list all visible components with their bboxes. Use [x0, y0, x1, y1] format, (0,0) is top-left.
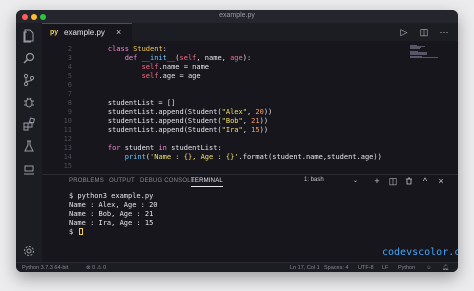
more-actions-icon[interactable]: ··· [438, 26, 450, 38]
terminal-select-dropdown[interactable]: 1: bash ⌄ [304, 177, 360, 186]
line-number: 4 [67, 63, 72, 71]
extensions-icon[interactable] [22, 117, 36, 131]
split-editor-icon[interactable]: ◫ [418, 26, 430, 38]
tab-terminal[interactable]: TERMINAL [191, 178, 223, 187]
code-text: studentList.append(Student("Ira", 15)) [91, 126, 269, 134]
line-number: 9 [67, 108, 72, 116]
line-number: 12 [63, 135, 72, 143]
code-text: self.age = age [141, 72, 201, 80]
code-text: def __init__(self, name, age): [124, 54, 252, 62]
terminal-cursor [79, 228, 84, 235]
search-icon[interactable] [22, 51, 36, 65]
terminal-line: Name : Bob, Age : 21 [69, 210, 154, 218]
tab-debug-console[interactable]: DEBUG CONSOLE [140, 178, 195, 184]
line-number: 13 [63, 144, 72, 152]
line-number: 5 [67, 72, 72, 80]
line-number: 6 [67, 81, 72, 89]
line-number: 11 [63, 126, 72, 134]
window-title: example.py [219, 12, 255, 19]
minimap[interactable] [410, 45, 440, 59]
terminal-line: $ python3 example.py [69, 192, 154, 200]
line-number: 15 [63, 162, 72, 170]
line-number: 10 [63, 117, 72, 125]
bottom-panel: PROBLEMS OUTPUT DEBUG CONSOLE TERMINAL 1… [42, 174, 458, 263]
end-of-line[interactable]: LF [382, 265, 388, 271]
tab-close-icon[interactable]: × [116, 27, 121, 37]
explorer-icon[interactable] [22, 29, 36, 43]
tab-example-py[interactable]: py example.py × [42, 23, 132, 41]
minimap-line [410, 57, 438, 58]
new-terminal-icon[interactable]: + [372, 176, 382, 186]
code-text: studentList = [] [91, 99, 176, 107]
minimap-line [410, 54, 427, 55]
language-mode[interactable]: Python [398, 265, 415, 271]
feedback-icon[interactable]: ☺ [426, 265, 432, 271]
minimap-line [410, 48, 420, 49]
line-number: 2 [67, 45, 72, 53]
line-number: 8 [67, 99, 72, 107]
close-panel-icon[interactable]: × [436, 176, 446, 186]
code-text: studentList.append(Student("Bob", 21)) [91, 117, 269, 125]
vscode-window: example.py py example.py × ▷ ◫ ··· 2 cla… [16, 10, 458, 272]
activity-bar [16, 23, 42, 262]
code-text: for student in studentList: [107, 144, 222, 152]
source-control-icon[interactable] [22, 73, 36, 87]
code-text: studentList.append(Student("Alex", 20)) [91, 108, 273, 116]
settings-gear-icon[interactable] [22, 244, 36, 258]
chevron-down-icon: ⌄ [352, 178, 358, 184]
code-text: class Student: [107, 45, 167, 53]
code-text: self.name = name [141, 63, 210, 71]
trash-icon[interactable] [404, 177, 414, 187]
encoding[interactable]: UTF-8 [358, 265, 374, 271]
title-bar: example.py [16, 10, 458, 23]
line-number: 14 [63, 153, 72, 161]
tab-output[interactable]: OUTPUT [109, 178, 135, 184]
cursor-position[interactable]: Ln 17, Col 1 [290, 265, 320, 271]
code-editor[interactable]: 2 class Student: 3 def __init__(self, nam… [42, 41, 458, 174]
run-icon[interactable]: ▷ [398, 26, 410, 38]
terminal-line: Name : Alex, Age : 20 [69, 201, 158, 209]
notifications-icon[interactable]: 🔔︎ [442, 265, 449, 271]
tab-label: example.py [64, 28, 105, 37]
line-number: 3 [67, 54, 72, 62]
python-interpreter[interactable]: Python 3.7.3 64-bit [22, 265, 68, 271]
debug-icon[interactable] [22, 95, 36, 109]
status-bar: Python 3.7.3 64-bit ⊗ 0 ⚠ 0 Ln 17, Col 1… [16, 262, 458, 272]
remote-explorer-icon[interactable] [22, 163, 36, 177]
problems-count[interactable]: ⊗ 0 ⚠ 0 [86, 265, 106, 271]
maximize-panel-icon[interactable]: ^ [420, 176, 430, 186]
indentation[interactable]: Spaces: 4 [324, 265, 348, 271]
terminal-prompt[interactable]: $ [69, 228, 84, 237]
editor-tab-bar: py example.py × ▷ ◫ ··· [42, 23, 458, 41]
line-number: 7 [67, 90, 72, 98]
code-text: print('Name : {}, Age : {}'.format(stude… [124, 153, 382, 161]
test-icon[interactable] [22, 139, 36, 153]
split-terminal-icon[interactable]: ◫ [388, 176, 398, 187]
python-file-icon: py [50, 29, 59, 36]
watermark: codevscolor.com [382, 247, 458, 258]
tab-problems[interactable]: PROBLEMS [69, 178, 104, 184]
terminal-line: Name : Ira, Age : 15 [69, 219, 154, 227]
